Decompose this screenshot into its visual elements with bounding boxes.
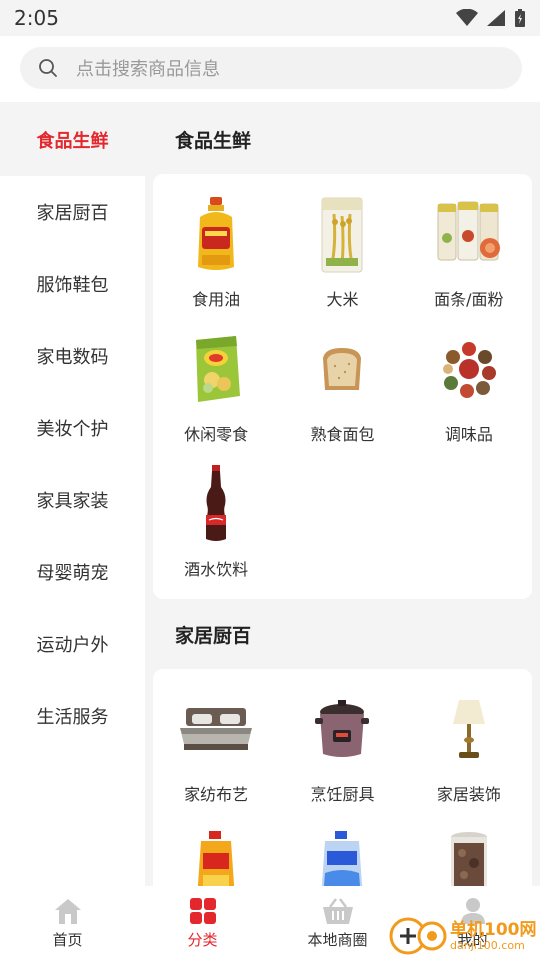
sidebar-item-electronics[interactable]: 家电数码 (0, 320, 145, 392)
sidebar-item-label: 食品生鲜 (36, 131, 109, 152)
section-title: 家居厨百 (175, 624, 252, 647)
subcategory-item[interactable] (406, 814, 532, 886)
pressure-cooker-icon (302, 689, 382, 769)
spices-icon (429, 329, 509, 409)
subcategory-card: 家纺布艺 烹饪厨具 家居装饰 (153, 669, 532, 886)
subcategory-item[interactable]: 家纺布艺 (153, 679, 279, 814)
tab-label: 分类 (187, 930, 218, 949)
category-icon (189, 897, 216, 924)
cola-bottle-icon (176, 464, 256, 544)
tab-label: 本地商圈 (307, 930, 368, 949)
search-icon (39, 59, 57, 77)
tab-category[interactable]: 分类 (135, 886, 270, 960)
sidebar-item-label: 家电数码 (36, 347, 109, 368)
subcategory-item[interactable] (279, 814, 405, 886)
watermark-logo-icon (389, 917, 447, 955)
wifi-icon (456, 9, 478, 26)
subcategory-item[interactable]: 家居装饰 (406, 679, 532, 814)
subcategory-label: 面条/面粉 (434, 290, 504, 309)
sidebar-item-apparel[interactable]: 服饰鞋包 (0, 248, 145, 320)
sidebar-item-food[interactable]: 食品生鲜 (0, 104, 145, 176)
search-area: 点击搜索商品信息 (0, 36, 540, 102)
status-time: 2:05 (14, 6, 59, 30)
rice-bag-icon (302, 194, 382, 274)
subcategory-label: 大米 (326, 290, 359, 309)
sidebar-item-beauty[interactable]: 美妆个护 (0, 392, 145, 464)
subcategory-item[interactable]: 调味品 (406, 319, 532, 454)
tab-home[interactable]: 首页 (0, 886, 135, 960)
subcategory-label: 食用油 (192, 290, 241, 309)
storage-jar-icon (429, 824, 509, 886)
watermark-text: 单机100网 (450, 919, 537, 940)
subcategory-item[interactable]: 大米 (279, 184, 405, 319)
battery-icon (515, 9, 525, 27)
watermark-subtext: danji100.com (450, 938, 525, 952)
search-input[interactable]: 点击搜索商品信息 (20, 47, 522, 89)
sidebar-item-furniture[interactable]: 家具家装 (0, 464, 145, 536)
subcategory-label: 家居装饰 (436, 785, 501, 804)
chips-bag-icon (176, 329, 256, 409)
subcategory-card: 食用油 大米 面条/面粉 休闲零食 熟食面包 调味品 酒水饮料 (153, 174, 532, 599)
status-bar: 2:05 (0, 0, 540, 36)
section-title: 食品生鲜 (175, 129, 252, 152)
bed-icon (176, 689, 256, 769)
subcategory-label: 休闲零食 (184, 425, 249, 444)
signal-icon (487, 10, 505, 26)
home-icon (54, 898, 81, 924)
subcategory-label: 熟食面包 (310, 425, 375, 444)
bread-icon (302, 329, 382, 409)
subcategory-item[interactable] (153, 814, 279, 886)
subcategory-label: 家纺布艺 (184, 785, 249, 804)
status-icons (456, 8, 526, 28)
subcategory-item[interactable]: 熟食面包 (279, 319, 405, 454)
sidebar-item-services[interactable]: 生活服务 (0, 680, 145, 752)
sidebar-item-label: 运动户外 (36, 635, 109, 656)
basket-icon (322, 897, 353, 924)
subcategory-item[interactable]: 食用油 (153, 184, 279, 319)
subcategory-item[interactable]: 面条/面粉 (406, 184, 532, 319)
tab-label: 首页 (52, 930, 83, 949)
sidebar-item-home-kitchen[interactable]: 家居厨百 (0, 176, 145, 248)
subcategory-label: 烹饪厨具 (310, 785, 375, 804)
laundry-liquid-icon (302, 824, 382, 886)
sidebar-item-label: 家具家装 (36, 491, 109, 512)
sidebar-item-label: 家居厨百 (36, 203, 109, 224)
subcategory-item[interactable]: 酒水饮料 (153, 454, 279, 589)
oil-bottle-icon (176, 194, 256, 274)
noodles-icon (429, 194, 509, 274)
subcategory-label: 调味品 (444, 425, 493, 444)
subcategory-item[interactable]: 休闲零食 (153, 319, 279, 454)
tab-local-business[interactable]: 本地商圈 (270, 886, 405, 960)
sidebar-item-label: 母婴萌宠 (36, 563, 109, 584)
detergent-bottle-icon (176, 824, 256, 886)
table-lamp-icon (429, 689, 509, 769)
subcategory-item[interactable]: 烹饪厨具 (279, 679, 405, 814)
sidebar-item-baby-pets[interactable]: 母婴萌宠 (0, 536, 145, 608)
subcategory-label: 酒水饮料 (184, 560, 249, 579)
sidebar-item-label: 美妆个护 (36, 419, 109, 440)
site-watermark: 单机100网 danji100.com (388, 914, 540, 958)
search-placeholder: 点击搜索商品信息 (76, 59, 220, 80)
sidebar-item-label: 生活服务 (36, 707, 109, 728)
sidebar-item-sports[interactable]: 运动户外 (0, 608, 145, 680)
category-sidebar: 食品生鲜 家居厨百 服饰鞋包 家电数码 美妆个护 家具家装 母婴萌宠 运动户外 … (0, 104, 145, 886)
category-content: 食品生鲜 食用油 大米 面条/面粉 休闲零食 熟食面包 调味品 酒水饮料 家居厨… (145, 104, 540, 886)
sidebar-item-label: 服饰鞋包 (36, 275, 109, 296)
